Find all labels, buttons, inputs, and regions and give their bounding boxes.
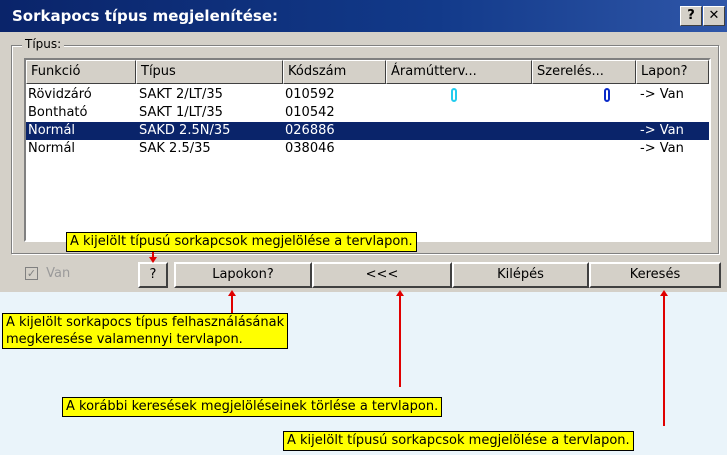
cell-tipus: SAKT 2/LT/35 <box>139 87 223 102</box>
column-header-kodszam[interactable]: Kódszám <box>283 60 386 84</box>
checkmark-icon: ✓ <box>25 267 38 280</box>
cell-funkcio: Bontható <box>28 105 88 120</box>
van-checkbox[interactable]: ✓ Van <box>25 266 70 281</box>
group-label: Típus: <box>22 37 65 51</box>
cell-lapon: -> Van <box>640 123 684 138</box>
callout-mark-selected: A kijelölt típusú sorkapcsok megjelölése… <box>66 232 417 252</box>
help-button[interactable]: ? <box>680 6 702 26</box>
callout-connector <box>399 293 401 387</box>
arrow-up-icon <box>228 290 236 296</box>
table-row[interactable]: Normál SAK 2.5/35 038046 -> Van <box>26 140 709 158</box>
cell-kodszam: 010592 <box>285 87 335 102</box>
cell-kodszam: 026886 <box>285 123 335 138</box>
cell-funkcio: Rövidzáró <box>28 87 92 102</box>
arrow-down-icon <box>149 257 157 263</box>
cell-kodszam: 038046 <box>285 141 335 156</box>
cell-lapon: -> Van <box>640 141 684 156</box>
lapokon-button[interactable]: Lapokon? <box>174 262 312 288</box>
callout-connector <box>231 293 233 313</box>
table-row[interactable]: Rövidzáró SAKT 2/LT/35 010592 -> Van <box>26 86 709 104</box>
locate-button[interactable]: ? <box>138 262 168 288</box>
cell-tipus: SAKT 1/LT/35 <box>139 105 223 120</box>
callout-line: A kijelölt sorkapocs típus felhasználásá… <box>6 315 285 330</box>
column-header-szereles[interactable]: Szerelés... <box>532 60 636 84</box>
column-header-tipus[interactable]: Típus <box>136 60 283 84</box>
exit-button[interactable]: Kilépés <box>452 262 589 288</box>
arrow-up-icon <box>396 290 404 296</box>
callout-connector <box>663 293 665 426</box>
cell-funkcio: Normál <box>28 141 76 156</box>
cell-kodszam: 010542 <box>285 105 335 120</box>
cell-funkcio: Normál <box>28 123 76 138</box>
close-button[interactable]: ✕ <box>703 6 725 26</box>
list-header: Funkció Típus Kódszám Áramútterv... Szer… <box>26 60 709 84</box>
column-header-lapon[interactable]: Lapon? <box>636 60 709 84</box>
callout-mark-selected-2: A kijelölt típusú sorkapcsok megjelölése… <box>283 431 634 451</box>
cell-lapon: -> Van <box>640 87 684 102</box>
arrow-up-icon <box>660 290 668 296</box>
table-row-selected[interactable]: Normál SAKD 2.5N/35 026886 -> Van <box>26 122 709 140</box>
clear-marks-button[interactable]: <<< <box>312 262 452 288</box>
column-header-funkcio[interactable]: Funkció <box>26 60 136 84</box>
cell-tipus: SAKD 2.5N/35 <box>139 123 231 138</box>
window-title: Sorkapocs típus megjelenítése: <box>12 7 279 25</box>
title-bar[interactable]: Sorkapocs típus megjelenítése: ? ✕ <box>0 0 727 32</box>
search-button[interactable]: Keresés <box>589 262 721 288</box>
terminal-type-list[interactable]: Funkció Típus Kódszám Áramútterv... Szer… <box>24 58 711 242</box>
callout-clear-marks: A korábbi keresések megjelöléseinek törl… <box>62 397 443 417</box>
close-icon: ✕ <box>708 8 720 23</box>
van-checkbox-label: Van <box>46 266 71 281</box>
assembly-mark-icon <box>604 88 610 102</box>
circuit-mark-icon <box>451 88 457 102</box>
column-header-aramutterv[interactable]: Áramútterv... <box>386 60 532 84</box>
cell-tipus: SAK 2.5/35 <box>139 141 211 156</box>
callout-line: megkeresése valamennyi tervlapon. <box>6 332 243 347</box>
table-row[interactable]: Bontható SAKT 1/LT/35 010542 <box>26 104 709 122</box>
callout-search-all: A kijelölt sorkapocs típus felhasználásá… <box>2 313 289 349</box>
